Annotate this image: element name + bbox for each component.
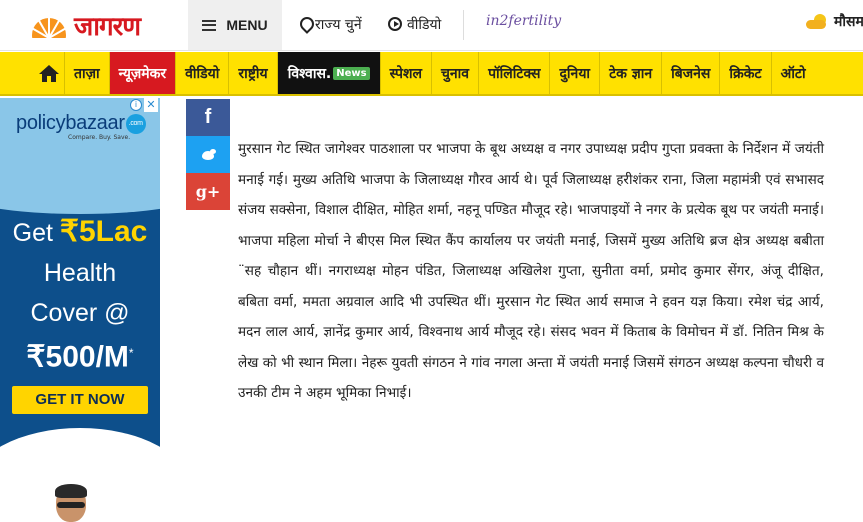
ad-line4-mark: * — [128, 346, 134, 360]
state-select-label: राज्य चुनें — [315, 16, 362, 33]
googleplus-share-button[interactable]: g+ — [186, 173, 230, 210]
menu-label: MENU — [226, 17, 268, 33]
nav-item-auto[interactable]: ऑटो — [770, 52, 815, 94]
ad-tagline: Compare. Buy. Save. — [68, 134, 131, 141]
nav-item-video[interactable]: वीडियो — [175, 52, 228, 94]
nav-item-world[interactable]: दुनिया — [549, 52, 599, 94]
policybazaar-badge: .com — [125, 113, 146, 134]
weather-widget[interactable]: मौसम — [806, 12, 863, 31]
top-header: जागरण MENU राज्य चुनें वीडियो in2fertili… — [0, 0, 863, 51]
video-link[interactable]: वीडियो — [388, 14, 441, 34]
vishvas-label: विश्वास. — [287, 65, 332, 82]
sun-logo-icon — [26, 12, 72, 38]
nav-item-business[interactable]: बिजनेस — [661, 52, 719, 94]
home-button[interactable] — [34, 52, 64, 94]
nav-item-politics[interactable]: पॉलिटिक्स — [478, 52, 549, 94]
nav-item-vishvas-news[interactable]: विश्वास. News — [276, 52, 380, 94]
video-label: वीडियो — [407, 16, 442, 33]
ad-curve — [0, 174, 160, 214]
nav-item-election[interactable]: चुनाव — [431, 52, 478, 94]
jagran-logo[interactable]: जागरण — [26, 9, 141, 42]
header-divider — [463, 10, 464, 40]
logo-text: जागरण — [74, 12, 141, 42]
ad-line1-prefix: Get — [12, 219, 60, 247]
policybazaar-ad[interactable]: i ✕ policybazaar .com Compare. Buy. Save.… — [0, 98, 160, 522]
ad-person-image — [48, 484, 94, 522]
main-nav: ताज़ा न्यूज़मेकर वीडियो राष्ट्रीय विश्वा… — [0, 52, 863, 96]
play-icon — [388, 17, 402, 31]
news-badge: News — [333, 66, 370, 80]
menu-button[interactable]: MENU — [188, 0, 282, 50]
ad-offer-text: Get ₹5Lac Health Cover @ ₹500/M* — [0, 212, 160, 378]
nav-item-taaza[interactable]: ताज़ा — [64, 52, 109, 94]
ad-close-icon[interactable]: ✕ — [144, 98, 158, 112]
state-select-link[interactable]: राज्य चुनें — [300, 14, 362, 34]
twitter-share-button[interactable] — [186, 136, 230, 173]
nav-item-cricket[interactable]: क्रिकेट — [719, 52, 770, 94]
article-body: मुरसान गेट स्थित जागेश्वर पाठशाला पर भाज… — [238, 134, 824, 409]
weather-label: मौसम — [834, 14, 863, 30]
location-pin-icon — [300, 17, 310, 31]
hamburger-icon — [202, 19, 217, 31]
in2fertility-logo[interactable]: in2fertility — [486, 13, 561, 29]
googleplus-icon: g+ — [195, 182, 221, 201]
ad-line1-amount: ₹5Lac — [59, 215, 148, 248]
nav-item-tech[interactable]: टेक ज्ञान — [599, 52, 661, 94]
facebook-share-button[interactable]: f — [186, 99, 230, 136]
home-icon — [39, 64, 59, 82]
article-paragraph: मुरसान गेट स्थित जागेश्वर पाठशाला पर भाज… — [238, 141, 824, 401]
nav-item-special[interactable]: स्पेशल — [379, 52, 431, 94]
ad-line3: Cover @ — [30, 299, 130, 327]
get-it-now-button[interactable]: GET IT NOW — [12, 386, 148, 414]
weather-cloud-icon — [806, 13, 830, 30]
ad-choices-icon[interactable]: i — [130, 99, 142, 111]
facebook-icon: f — [204, 106, 212, 128]
nav-item-national[interactable]: राष्ट्रीय — [228, 52, 276, 94]
policybazaar-logo: policybazaar .com — [16, 112, 146, 135]
nav-item-newsmaker[interactable]: न्यूज़मेकर — [108, 52, 176, 94]
ad-line4: ₹500/M — [26, 340, 129, 374]
twitter-icon — [200, 148, 216, 161]
ad-line2: Health — [43, 259, 117, 287]
